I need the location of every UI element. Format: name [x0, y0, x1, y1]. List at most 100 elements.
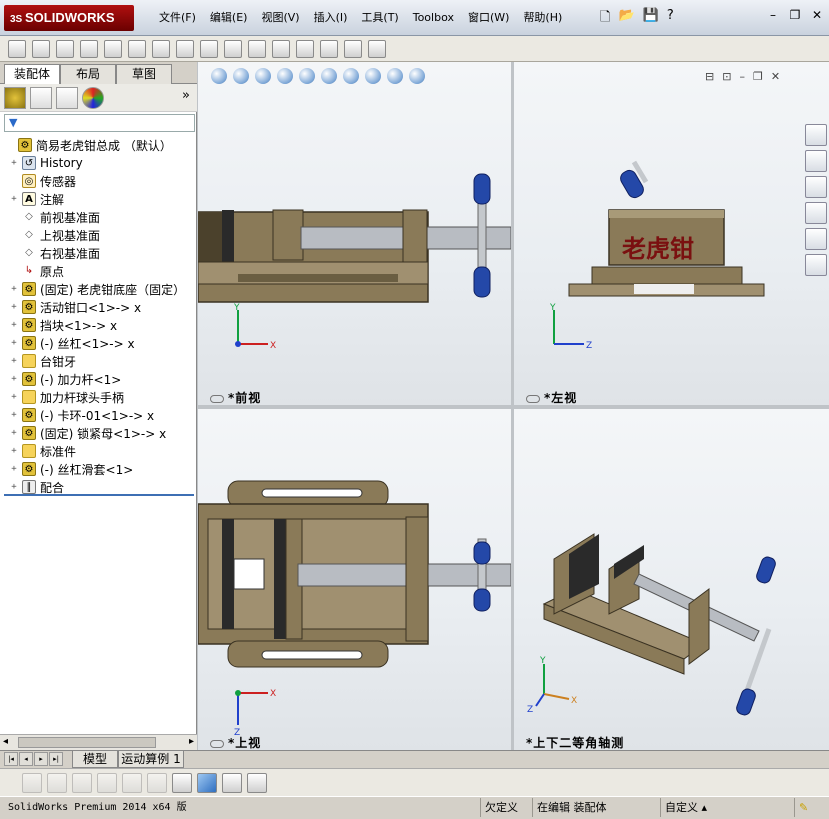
solidworks-logo[interactable]: 3S SOLIDWORKS	[4, 5, 134, 31]
tree-expander-icon[interactable]: +	[8, 464, 20, 474]
close-button[interactable]: ✕	[809, 8, 825, 22]
tree-item[interactable]: + 台钳牙	[0, 352, 197, 370]
design-library-icon[interactable]	[805, 150, 827, 172]
display-style-icon[interactable]	[321, 68, 337, 84]
tree-item[interactable]: ◇ 前视基准面	[0, 208, 197, 226]
tab-assembly[interactable]: 装配体	[4, 64, 60, 84]
appearances-icon[interactable]	[805, 228, 827, 250]
home-icon[interactable]	[805, 124, 827, 146]
four-view-icon[interactable]	[222, 772, 242, 793]
split-view-icon[interactable]: ⊟	[705, 70, 714, 83]
hide-show-items-icon[interactable]	[343, 68, 359, 84]
expand-panel-icon[interactable]: »	[182, 88, 190, 103]
menu-help[interactable]: 帮助(H)	[516, 10, 569, 26]
filter-icon[interactable]: ▼	[5, 116, 17, 129]
viewport-close-button[interactable]: ✕	[771, 70, 780, 83]
menu-view[interactable]: 视图(V)	[254, 10, 306, 26]
menu-file[interactable]: 文件(F)	[152, 10, 203, 26]
tree-item[interactable]: + ↺ History	[0, 154, 197, 172]
interference-icon[interactable]	[248, 39, 266, 58]
previous-view-icon[interactable]	[255, 68, 271, 84]
help-icon[interactable]: ?	[667, 8, 674, 30]
tree-item[interactable]: ◎ 传感器	[0, 172, 197, 190]
menu-tools[interactable]: 工具(T)	[354, 10, 405, 26]
tree-expander-icon[interactable]: +	[8, 374, 20, 384]
scroll-thumb[interactable]	[18, 737, 156, 748]
zoom-to-area-icon[interactable]	[233, 68, 249, 84]
tree-filter-input[interactable]: ▼	[4, 114, 195, 132]
tree-expander-icon[interactable]: +	[8, 158, 20, 168]
tree-expander-icon[interactable]: +	[8, 194, 20, 204]
restore-button[interactable]: ❐	[787, 8, 803, 22]
new-file-icon[interactable]: 🗋	[600, 8, 610, 30]
assembly-icon[interactable]	[176, 39, 194, 58]
perspective-icon[interactable]	[122, 772, 142, 793]
rollback-bar[interactable]	[4, 494, 194, 496]
move-component-icon[interactable]	[152, 39, 170, 58]
prev-tab-icon[interactable]: ◂	[19, 752, 33, 766]
panel-horizontal-scrollbar[interactable]: ◂ ▸	[0, 734, 197, 750]
rotate-icon[interactable]	[147, 772, 167, 793]
tree-expander-icon[interactable]: +	[8, 392, 20, 402]
wireframe-icon[interactable]	[72, 772, 92, 793]
tree-expander-icon[interactable]: +	[8, 410, 20, 420]
shaded-icon[interactable]	[22, 772, 42, 793]
status-units[interactable]: 自定义 ▴	[660, 798, 734, 817]
open-file-icon[interactable]: 📂	[618, 8, 634, 30]
tree-item[interactable]: + ⚙ (-) 卡环-01<1>-> x	[0, 406, 197, 424]
tree-item[interactable]: + ⚙ 挡块<1>-> x	[0, 316, 197, 334]
view-palette-icon[interactable]	[805, 202, 827, 224]
section-icon[interactable]	[97, 772, 117, 793]
tree-item[interactable]: + ⚙ (-) 丝杠<1>-> x	[0, 334, 197, 352]
tab-sketch[interactable]: 草图	[116, 64, 172, 84]
options-icon[interactable]	[32, 39, 50, 58]
paperclip-icon[interactable]	[56, 39, 74, 58]
mate-icon[interactable]	[104, 39, 122, 58]
tree-item[interactable]: + ⚙ (固定) 老虎钳底座（固定）	[0, 280, 197, 298]
configuration-manager-icon[interactable]	[56, 86, 78, 109]
menu-edit[interactable]: 编辑(E)	[203, 10, 255, 26]
tree-item[interactable]: ◇ 上视基准面	[0, 226, 197, 244]
feature-manager-icon[interactable]	[4, 86, 26, 109]
tree-item[interactable]: + A 注解	[0, 190, 197, 208]
viewport-left[interactable]: 老虎钳 Y Z *左视	[514, 62, 829, 405]
tree-expander-icon[interactable]: +	[8, 482, 20, 492]
viewport-minimize-button[interactable]: –	[739, 70, 745, 83]
cube-view-icon[interactable]	[197, 772, 217, 793]
tree-expander-icon[interactable]: +	[8, 356, 20, 366]
measure-icon[interactable]	[272, 39, 290, 58]
minimize-button[interactable]: –	[765, 8, 781, 22]
viewport-top[interactable]: X Z *上视	[198, 409, 511, 750]
viewport-restore-button[interactable]: ❐	[753, 70, 763, 83]
edit-component-icon[interactable]	[320, 39, 338, 58]
link-views-icon[interactable]: ⊡	[722, 70, 731, 83]
insert-component-icon[interactable]	[128, 39, 146, 58]
tree-item[interactable]: ◇ 右视基准面	[0, 244, 197, 262]
edit-appearance-icon[interactable]	[365, 68, 381, 84]
instant3d-icon[interactable]	[368, 39, 386, 58]
tree-item[interactable]: + ⚙ (固定) 锁紧母<1>-> x	[0, 424, 197, 442]
tree-item[interactable]: + ⚙ (-) 加力杆<1>	[0, 370, 197, 388]
appearance-manager-icon[interactable]	[82, 86, 104, 109]
rebuild-status-icon[interactable]: ✎	[794, 798, 820, 817]
zoom-to-fit-icon[interactable]	[211, 68, 227, 84]
axis-icon[interactable]	[172, 772, 192, 793]
viewport-front[interactable]: Y X *前视	[198, 62, 511, 405]
view-orientation-icon[interactable]	[299, 68, 315, 84]
section-view-icon[interactable]	[277, 68, 293, 84]
tree-item[interactable]: + ⚙ 活动钳口<1>-> x	[0, 298, 197, 316]
tree-item[interactable]: + ⚙ (-) 丝杠滑套<1>	[0, 460, 197, 478]
menu-window[interactable]: 窗口(W)	[461, 10, 516, 26]
last-tab-icon[interactable]: ▸|	[49, 752, 63, 766]
next-tab-icon[interactable]: ▸	[34, 752, 48, 766]
property-manager-icon[interactable]	[30, 86, 52, 109]
tree-expander-icon[interactable]: +	[8, 428, 20, 438]
first-tab-icon[interactable]: |◂	[4, 752, 18, 766]
rebuild-icon[interactable]	[8, 39, 26, 58]
assembly-features-icon[interactable]	[344, 39, 362, 58]
tab-motion-study[interactable]: 运动算例 1	[118, 751, 184, 768]
tab-layout[interactable]: 布局	[60, 64, 116, 84]
menu-toolbox[interactable]: Toolbox	[406, 10, 461, 26]
tree-item[interactable]: ↳ 原点	[0, 262, 197, 280]
tree-expander-icon[interactable]: +	[8, 302, 20, 312]
